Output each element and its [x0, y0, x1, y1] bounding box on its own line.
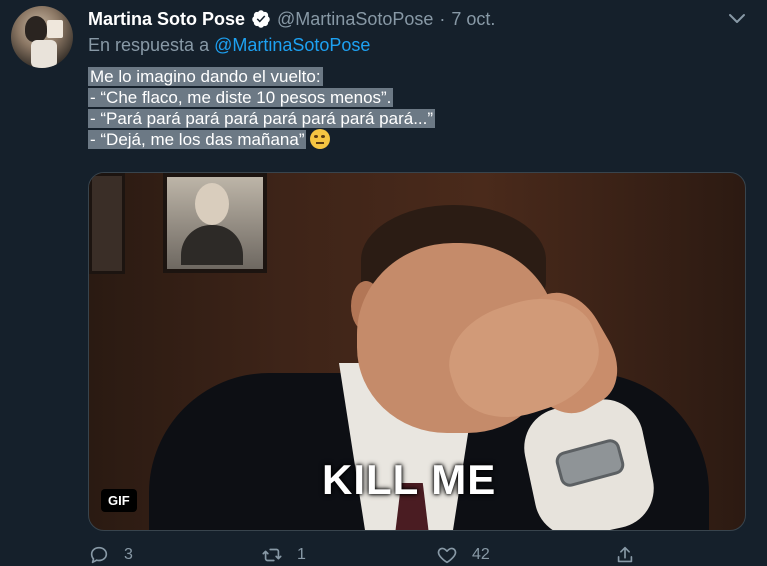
like-count: 42	[472, 545, 490, 563]
gif-caption: KILL ME	[322, 456, 497, 503]
reply-prefix: En respuesta a	[88, 35, 210, 55]
tweet-text: Me lo imagino dando el vuelto: - “Che fl…	[88, 66, 436, 150]
wall-portrait	[163, 173, 267, 273]
tweet-line: - “Che flaco, me diste 10 pesos menos”.	[88, 88, 394, 107]
reply-count: 3	[124, 545, 133, 563]
reply-context: En respuesta a @MartinaSotoPose	[88, 35, 370, 56]
share-icon	[617, 546, 633, 562]
reply-button[interactable]: 3	[88, 543, 133, 566]
retweet-button[interactable]: 1	[261, 543, 306, 566]
share-button[interactable]	[614, 543, 650, 566]
wall-frame	[89, 173, 125, 274]
reply-icon	[90, 546, 108, 563]
tweet-line: - “Dejá, me los das mañana”	[88, 130, 307, 149]
retweet-count: 1	[297, 545, 306, 563]
gif-media[interactable]: KILL ME GIF	[88, 172, 746, 531]
chevron-down-icon[interactable]	[727, 8, 747, 28]
rolling-eyes-emoji-icon	[310, 129, 331, 149]
verified-badge-icon	[252, 10, 270, 28]
like-button[interactable]: 42	[436, 543, 490, 566]
separator-dot: ·	[439, 8, 446, 29]
gif-badge: GIF	[101, 489, 137, 512]
reply-mention-link[interactable]: @MartinaSotoPose	[214, 35, 370, 55]
author-handle[interactable]: @MartinaSotoPose	[277, 9, 433, 30]
action-bar: 3 1 42	[88, 543, 648, 566]
tweet-date[interactable]: 7 oct.	[451, 9, 495, 30]
author-name[interactable]: Martina Soto Pose	[88, 9, 245, 30]
tweet-line: - “Pará pará pará pará pará pará pará pa…	[88, 109, 436, 128]
retweet-icon	[262, 548, 282, 561]
heart-icon	[437, 547, 457, 563]
tweet-line: Me lo imagino dando el vuelto:	[88, 67, 323, 86]
tweet-header: Martina Soto Pose @MartinaSotoPose · 7 o…	[88, 7, 495, 31]
avatar[interactable]	[11, 6, 73, 68]
